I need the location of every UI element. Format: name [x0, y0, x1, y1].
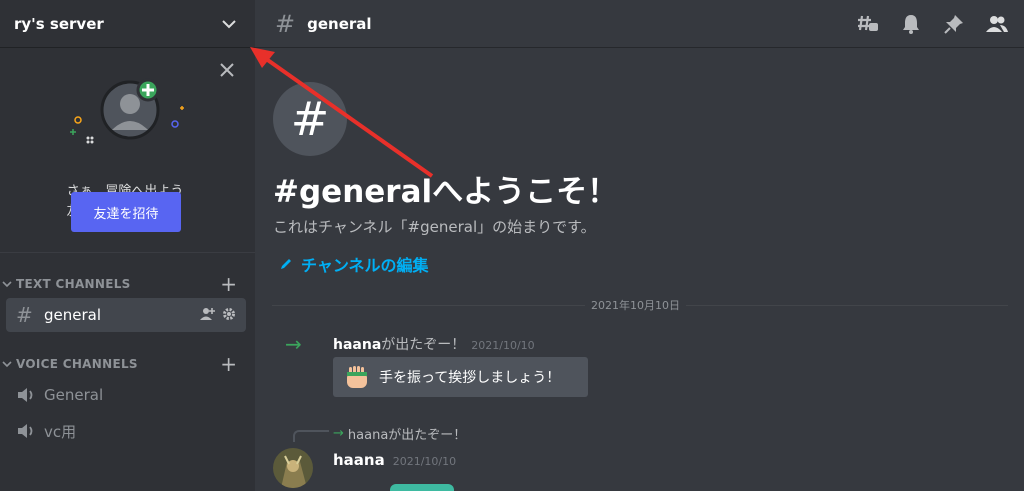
wave-button[interactable]: 手を振って挨拶しましょう！ — [333, 357, 588, 397]
reply-text: haanaが出たぞー！ — [347, 428, 467, 443]
channel-tools — [200, 306, 236, 325]
hash-icon: # — [16, 303, 33, 327]
member-list-icon[interactable] — [986, 13, 1008, 35]
sticker-preview — [390, 484, 454, 491]
header-toolbar — [857, 13, 1008, 35]
category-voice-label: VOICE CHANNELS — [16, 357, 138, 371]
edit-channel-label: チャンネルの編集 — [301, 256, 429, 275]
message-header: haana 2021/10/10 — [333, 450, 456, 469]
invite-friends-button[interactable]: 友達を招待 — [71, 192, 181, 232]
reply-connector — [293, 430, 329, 442]
wave-sticker-icon — [347, 366, 367, 388]
voice-channel-general[interactable]: General — [6, 378, 246, 412]
chevron-down-icon — [2, 281, 12, 288]
category-voice-label-wrap: VOICE CHANNELS — [2, 357, 138, 371]
join-timestamp: 2021/10/10 — [471, 339, 535, 352]
server-name: ry's server — [14, 14, 104, 33]
category-text-label: TEXT CHANNELS — [16, 277, 131, 291]
channel-general[interactable]: # general — [6, 298, 246, 332]
channel-header: # general — [255, 0, 1024, 48]
channel-hash-badge: # — [273, 82, 347, 156]
pin-icon[interactable] — [943, 13, 965, 35]
notification-bell-icon[interactable] — [900, 13, 922, 35]
chevron-down-icon — [2, 361, 12, 368]
add-friend-illustration-icon — [70, 78, 184, 144]
speaker-icon — [16, 386, 38, 404]
voice-channel-name: General — [44, 386, 104, 404]
voice-channel-name: vc用 — [44, 422, 77, 441]
add-channel-icon[interactable]: + — [220, 354, 237, 374]
add-channel-icon[interactable]: + — [220, 274, 237, 294]
welcome-title: #generalへようこそ！ — [273, 174, 619, 210]
hash-icon: # — [275, 9, 296, 38]
reply-preview[interactable]: → haanaが出たぞー！ — [333, 424, 466, 443]
close-icon[interactable] — [219, 62, 237, 80]
avatar[interactable] — [273, 448, 313, 488]
sidebar: ry's server さぁ、冒険へ出よう 友達を追加しよう！ 友達を招待 — [0, 0, 255, 491]
speaker-icon — [16, 422, 38, 440]
pencil-icon — [281, 259, 291, 269]
category-voice-channels[interactable]: VOICE CHANNELS + — [0, 354, 255, 374]
date-divider: 2021年10月10日 — [585, 297, 686, 313]
main-chat: # general # #generalへようこそ！ これはチャンネル「#gen… — [255, 0, 1024, 491]
invite-user-icon[interactable] — [200, 306, 216, 325]
server-header[interactable]: ry's server — [0, 0, 255, 48]
voice-channel-vc[interactable]: vc用 — [6, 414, 246, 448]
edit-channel-link[interactable]: チャンネルの編集 — [279, 252, 429, 276]
join-arrow-icon: → — [285, 332, 302, 356]
category-text-label-wrap: TEXT CHANNELS — [2, 277, 131, 291]
welcome-subtitle: これはチャンネル「#general」の始まりです。 — [273, 218, 596, 236]
category-text-channels[interactable]: TEXT CHANNELS + — [0, 274, 255, 294]
channel-name: general — [44, 306, 102, 324]
threads-icon[interactable] — [857, 13, 879, 35]
reply-arrow-icon: → — [333, 426, 344, 441]
gear-icon[interactable] — [222, 306, 236, 325]
channel-title: general — [307, 14, 372, 33]
join-message: haanaが出たぞー！ 2021/10/10 — [333, 334, 535, 354]
message-username[interactable]: haana — [333, 451, 385, 469]
wave-button-label: 手を振って挨拶しましょう！ — [379, 370, 561, 386]
chevron-down-icon[interactable] — [219, 14, 239, 34]
join-text: が出たぞー！ — [381, 337, 466, 353]
join-username[interactable]: haana — [333, 337, 381, 353]
message-timestamp: 2021/10/10 — [392, 455, 457, 468]
